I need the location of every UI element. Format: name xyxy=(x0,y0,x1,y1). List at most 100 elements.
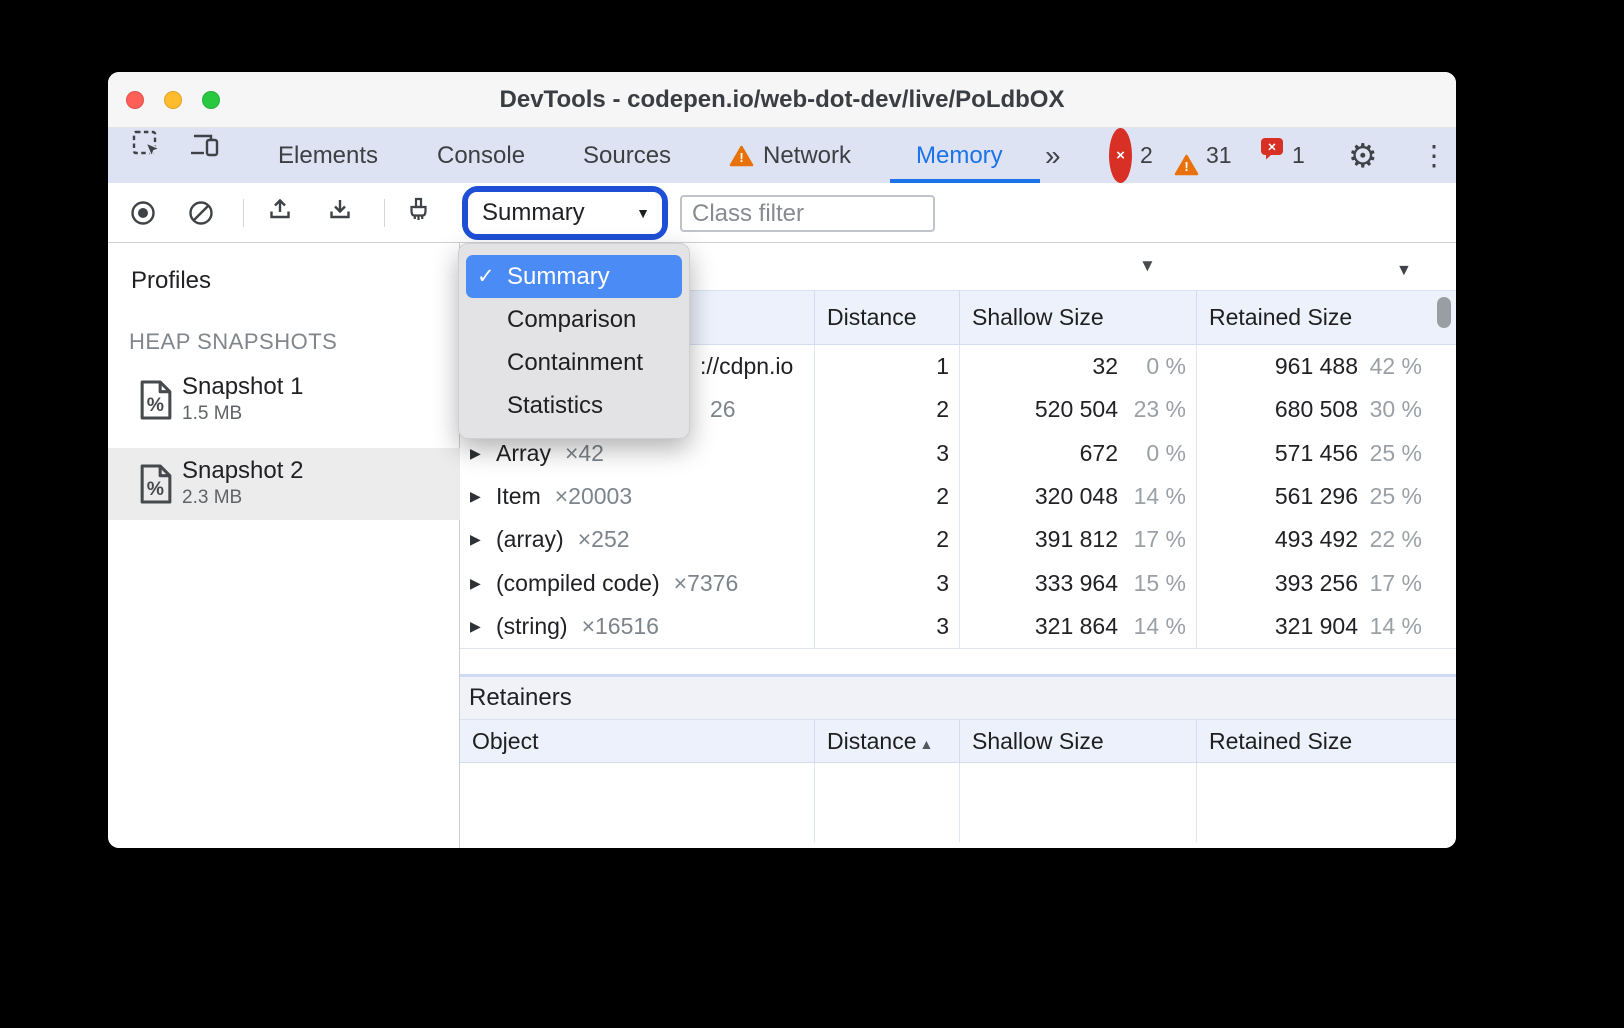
shallow-size-value: 391 812 xyxy=(960,526,1118,553)
shallow-size-cell: 520 504 23 % xyxy=(960,388,1197,431)
retained-size-value: 493 492 xyxy=(1197,526,1358,553)
heap-table-row[interactable]: ▶ (compiled code) ×7376 3 333 964 15 % 3… xyxy=(460,561,1456,604)
column-header-shallow-size[interactable]: Shallow Size xyxy=(960,291,1197,344)
retained-size-cell: 321 904 14 % xyxy=(1197,605,1456,648)
column-header-retainers-distance[interactable]: Distance▲ xyxy=(815,720,960,765)
heap-snapshot-file-icon: % xyxy=(138,379,174,426)
tab-sources[interactable]: Sources xyxy=(583,128,671,183)
distance-cell: 3 xyxy=(815,605,960,648)
issues-badge-icon[interactable]: × xyxy=(1260,128,1284,183)
retained-size-value: 571 456 xyxy=(1197,440,1358,467)
shallow-size-cell: 672 0 % xyxy=(960,432,1197,475)
more-tabs-icon[interactable]: » xyxy=(1045,128,1058,183)
column-caret-icon: ▼ xyxy=(1139,256,1156,276)
dropdown-item-containment[interactable]: ✓ Containment xyxy=(466,341,682,384)
shallow-size-percent: 0 % xyxy=(1118,353,1196,380)
svg-text:×: × xyxy=(1268,139,1276,155)
disclosure-triangle-icon[interactable]: ▶ xyxy=(470,531,496,548)
shallow-size-value: 320 048 xyxy=(960,483,1118,510)
error-badge-icon[interactable]: × xyxy=(1109,128,1132,183)
column-header-distance[interactable]: Distance xyxy=(815,291,960,344)
close-window-button[interactable] xyxy=(126,91,144,109)
heap-snapshots-section-label: HEAP SNAPSHOTS xyxy=(129,329,337,355)
save-profile-icon[interactable] xyxy=(323,195,357,229)
devtools-tab-bar: Elements Console Sources ! Network Memor… xyxy=(108,128,1456,183)
heap-table-row[interactable]: ▶ (array) ×252 2 391 812 17 % 493 492 22… xyxy=(460,518,1456,561)
clean-garbage-brush-icon[interactable] xyxy=(401,195,435,229)
warning-count[interactable]: 31 xyxy=(1206,128,1232,183)
svg-text:%: % xyxy=(147,478,164,500)
snapshot-list-item-2[interactable]: % Snapshot 2 2.3 MB xyxy=(108,448,460,520)
load-profile-icon[interactable] xyxy=(263,195,297,229)
distance-cell: 1 xyxy=(815,345,960,388)
instance-count: ×16516 xyxy=(582,613,659,640)
shallow-size-percent: 17 % xyxy=(1118,526,1196,553)
panel-content: Profiles HEAP SNAPSHOTS % Snapshot 1 1.5… xyxy=(108,243,1456,848)
network-warning-icon: ! xyxy=(729,132,754,187)
vertical-scrollbar-thumb[interactable] xyxy=(1437,297,1451,328)
tab-elements[interactable]: Elements xyxy=(278,128,378,183)
tab-memory[interactable]: Memory xyxy=(916,128,1003,183)
constructor-cell: ▶ (compiled code) ×7376 xyxy=(460,561,815,604)
instance-count: ×252 xyxy=(578,526,630,553)
retained-size-percent: 22 % xyxy=(1358,526,1456,553)
perspective-select[interactable]: Summary ▼ xyxy=(468,192,662,234)
retained-size-cell: 680 508 30 % xyxy=(1197,388,1456,431)
issue-count[interactable]: 1 xyxy=(1292,128,1305,183)
retained-size-value: 680 508 xyxy=(1197,396,1358,423)
column-header-object[interactable]: Object xyxy=(460,720,815,765)
retained-size-cell: 571 456 25 % xyxy=(1197,432,1456,475)
instance-count: ×20003 xyxy=(555,483,632,510)
dropdown-item-statistics[interactable]: ✓ Statistics xyxy=(466,384,682,427)
retained-size-cell: 493 492 22 % xyxy=(1197,518,1456,561)
snapshot-name: Snapshot 1 xyxy=(182,373,303,401)
perspective-dropdown-menu: ✓ Summary ✓ Comparison ✓ Containment ✓ S… xyxy=(458,243,690,439)
dropdown-item-summary[interactable]: ✓ Summary xyxy=(466,255,682,298)
zoom-window-button[interactable] xyxy=(202,91,220,109)
svg-text:%: % xyxy=(147,394,164,416)
dropdown-item-comparison[interactable]: ✓ Comparison xyxy=(466,298,682,341)
retainers-table-header: Object Distance▲ Shallow Size Retained S… xyxy=(460,719,1456,763)
constructor-cell: ▶ (array) ×252 xyxy=(460,518,815,561)
retainers-title: Retainers xyxy=(469,677,572,719)
snapshot-list-item-1[interactable]: % Snapshot 1 1.5 MB xyxy=(108,364,460,436)
column-header-retainers-shallow[interactable]: Shallow Size xyxy=(960,720,1197,765)
shallow-size-percent: 14 % xyxy=(1118,483,1196,510)
record-heap-snapshot-icon[interactable] xyxy=(126,196,160,230)
error-count[interactable]: 2 xyxy=(1140,128,1153,183)
disclosure-triangle-icon[interactable]: ▶ xyxy=(470,575,496,592)
column-header-retained-size[interactable]: Retained Size xyxy=(1197,291,1456,344)
clear-profiles-icon[interactable] xyxy=(184,196,218,230)
disclosure-triangle-icon[interactable]: ▶ xyxy=(470,445,496,462)
minimize-window-button[interactable] xyxy=(164,91,182,109)
overflow-menu-icon[interactable]: ⋮ xyxy=(1420,128,1448,183)
distance-cell: 3 xyxy=(815,432,960,475)
heap-table-row[interactable]: ▶ Item ×20003 2 320 048 14 % 561 296 25 … xyxy=(460,475,1456,518)
retained-size-cell: 961 488 42 % xyxy=(1197,345,1456,388)
heap-snapshot-file-icon: % xyxy=(138,463,174,510)
toggle-device-toolbar-icon[interactable] xyxy=(188,128,222,183)
tab-network[interactable]: ! Network xyxy=(729,128,851,183)
constructor-name: ://cdpn.io xyxy=(700,353,793,380)
snapshot-size: 2.3 MB xyxy=(182,487,242,509)
retained-size-value: 393 256 xyxy=(1197,570,1358,597)
constructor-name: (compiled code) xyxy=(496,570,660,597)
column-header-retainers-retained[interactable]: Retained Size xyxy=(1197,720,1456,765)
tab-console[interactable]: Console xyxy=(437,128,525,183)
shallow-size-percent: 15 % xyxy=(1118,570,1196,597)
retainers-empty-rows xyxy=(460,764,1456,842)
shallow-size-percent: 0 % xyxy=(1118,440,1196,467)
disclosure-triangle-icon[interactable]: ▶ xyxy=(470,488,496,505)
svg-text:!: ! xyxy=(739,150,743,165)
retained-size-percent: 25 % xyxy=(1358,440,1456,467)
window-title: DevTools - codepen.io/web-dot-dev/live/P… xyxy=(108,72,1456,127)
inspect-element-icon[interactable] xyxy=(130,128,164,183)
distance-cell: 2 xyxy=(815,388,960,431)
sort-descending-icon: ▼ xyxy=(1396,262,1412,280)
retained-size-value: 321 904 xyxy=(1197,613,1358,640)
instance-count: 26 xyxy=(710,396,736,423)
class-filter-input[interactable] xyxy=(680,195,935,232)
disclosure-triangle-icon[interactable]: ▶ xyxy=(470,618,496,635)
settings-gear-icon[interactable]: ⚙ xyxy=(1348,128,1378,183)
heap-table-row[interactable]: ▶ (string) ×16516 3 321 864 14 % 321 904… xyxy=(460,605,1456,648)
